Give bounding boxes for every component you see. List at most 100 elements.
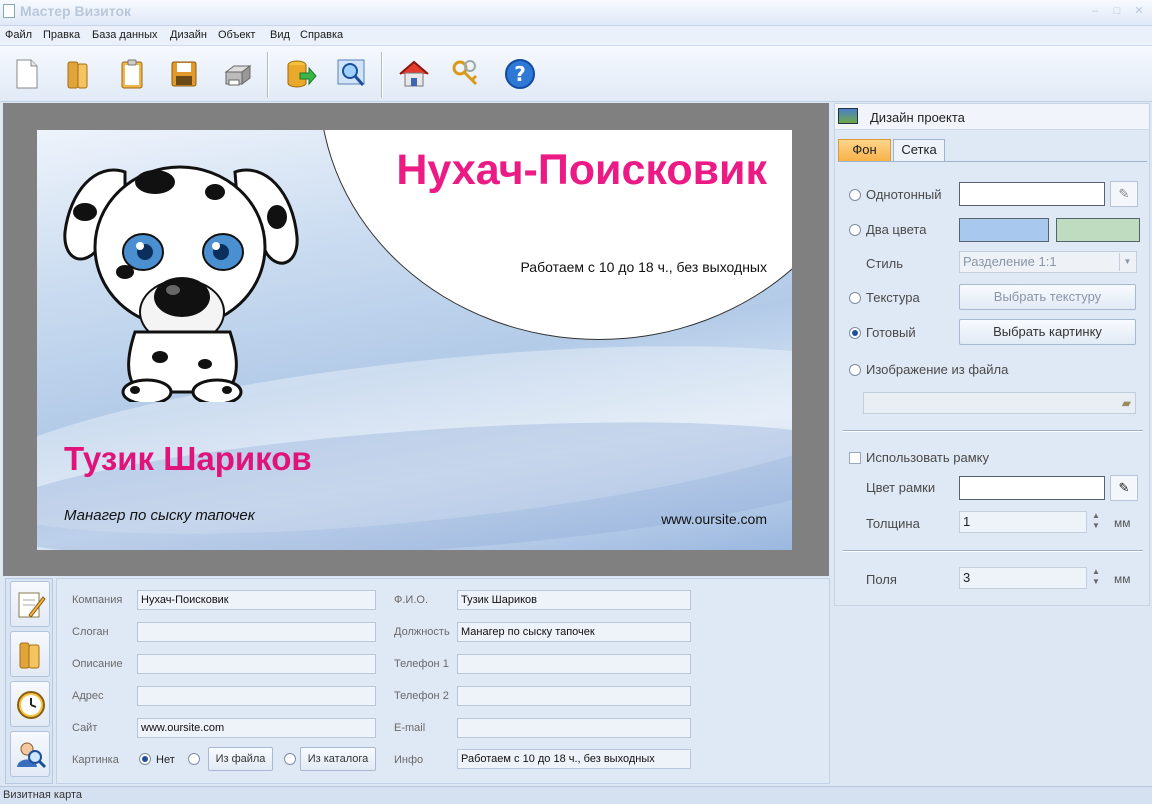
slogan-input[interactable] xyxy=(137,622,376,642)
solid-label: Однотонный xyxy=(866,187,942,202)
address-input[interactable] xyxy=(137,686,376,706)
info-input[interactable]: Работаем с 10 до 18 ч., без выходных xyxy=(457,749,691,769)
two-colors-label: Два цвета xyxy=(866,222,927,237)
image-file-path-input[interactable]: ▰ xyxy=(863,392,1136,414)
side-toolbar xyxy=(5,578,53,784)
email-input[interactable] xyxy=(457,718,691,738)
open-folder-icon[interactable] xyxy=(60,56,96,92)
svg-text:?: ? xyxy=(514,62,526,86)
choose-texture-button[interactable]: Выбрать текстуру xyxy=(959,284,1136,310)
two-colors-swatch-a[interactable] xyxy=(959,218,1049,242)
choose-picture-button[interactable]: Выбрать картинку xyxy=(959,319,1136,345)
toolbar-separator xyxy=(267,52,269,98)
solid-color-swatch[interactable] xyxy=(959,182,1105,206)
tab-grid[interactable]: Сетка xyxy=(893,139,945,161)
card-site: www.oursite.com xyxy=(661,511,767,527)
menu-bar: Файл Правка База данных Дизайн Объект Ви… xyxy=(0,26,1152,46)
card-person-name: Тузик Шариков xyxy=(64,440,312,477)
design-panel-header: Дизайн проекта xyxy=(835,104,1149,130)
position-input[interactable]: Манагер по сыску тапочек xyxy=(457,622,691,642)
folder-book-icon xyxy=(19,642,40,669)
save-icon[interactable] xyxy=(166,56,202,92)
fio-label: Ф.И.О. xyxy=(394,594,428,606)
menu-help[interactable]: Справка xyxy=(300,29,343,41)
keys-icon[interactable] xyxy=(448,56,484,92)
toolbar: ? xyxy=(0,46,1152,102)
picture-none-label: Нет xyxy=(156,754,175,766)
close-icon[interactable]: ✕ xyxy=(1132,4,1146,18)
fio-input[interactable]: Тузик Шариков xyxy=(457,590,691,610)
edit-text-button[interactable] xyxy=(10,581,50,627)
history-button[interactable] xyxy=(10,681,50,727)
address-label: Адрес xyxy=(72,690,104,702)
style-label: Стиль xyxy=(866,256,903,271)
design-panel: Дизайн проекта Фон Сетка Однотонный ✎ Дв… xyxy=(834,103,1150,606)
business-card[interactable]: Нухач-Поисковик Работаем с 10 до 18 ч., … xyxy=(37,130,792,550)
dalmatian-dog-picture xyxy=(63,165,299,402)
menu-object[interactable]: Объект xyxy=(218,29,255,41)
margins-unit: мм xyxy=(1114,572,1131,586)
phone1-input[interactable] xyxy=(457,654,691,674)
image-file-radio[interactable] xyxy=(849,364,861,376)
background-tab-body: Однотонный ✎ Два цвета Стиль Разделение … xyxy=(838,161,1147,605)
maximize-icon[interactable]: □ xyxy=(1110,4,1124,18)
window-title: Мастер Визиток xyxy=(20,3,132,19)
ready-radio[interactable] xyxy=(849,327,861,339)
eyedropper-icon[interactable]: ✎ xyxy=(1110,475,1138,501)
card-data-form: Компания Нухач-Поисковик Слоган Описание… xyxy=(56,578,830,784)
menu-design[interactable]: Дизайн xyxy=(170,29,207,41)
notepad-pencil-icon xyxy=(18,592,46,618)
picture-none-radio[interactable] xyxy=(139,753,151,765)
clipboard-icon[interactable] xyxy=(114,56,150,92)
new-document-icon[interactable] xyxy=(8,56,44,92)
minimize-icon[interactable]: – xyxy=(1088,4,1102,18)
menu-edit[interactable]: Правка xyxy=(43,29,80,41)
use-frame-checkbox[interactable] xyxy=(849,452,861,464)
menu-file[interactable]: Файл xyxy=(5,29,32,41)
home-icon[interactable] xyxy=(396,56,432,92)
style-select[interactable]: Разделение 1:1 ▼ xyxy=(959,251,1137,273)
two-colors-radio[interactable] xyxy=(849,224,861,236)
folder-icon[interactable]: ▰ xyxy=(1122,396,1131,410)
menu-database[interactable]: База данных xyxy=(92,29,158,41)
margins-input[interactable]: 3 xyxy=(959,567,1087,589)
eyedropper-icon[interactable]: ✎ xyxy=(1110,181,1138,207)
picture-catalog-radio[interactable] xyxy=(284,753,296,765)
card-company: Нухач-Поисковик xyxy=(396,146,767,194)
position-label: Должность xyxy=(394,626,450,638)
use-frame-label: Использовать рамку xyxy=(866,450,990,465)
status-bar: Визитная карта xyxy=(0,786,1152,804)
description-input[interactable] xyxy=(137,654,376,674)
phone2-input[interactable] xyxy=(457,686,691,706)
tab-background[interactable]: Фон xyxy=(838,139,891,161)
texture-radio[interactable] xyxy=(849,292,861,304)
card-hours: Работаем с 10 до 18 ч., без выходных xyxy=(520,259,767,275)
thickness-input[interactable]: 1 xyxy=(959,511,1087,533)
picture-from-file-button[interactable]: Из файла xyxy=(208,747,273,771)
picture-from-catalog-button[interactable]: Из каталога xyxy=(300,747,376,771)
spin-arrows-icon[interactable]: ▲ ▼ xyxy=(1090,567,1102,589)
picture-file-radio[interactable] xyxy=(188,753,200,765)
menu-view[interactable]: Вид xyxy=(270,29,290,41)
company-input[interactable]: Нухач-Поисковик xyxy=(137,590,376,610)
frame-color-swatch[interactable] xyxy=(959,476,1105,500)
search-contact-button[interactable] xyxy=(10,731,50,777)
database-export-icon[interactable] xyxy=(282,56,318,92)
description-label: Описание xyxy=(72,658,123,670)
image-file-label: Изображение из файла xyxy=(866,362,1009,377)
slogan-label: Слоган xyxy=(72,626,109,638)
spin-arrows-icon[interactable]: ▲ ▼ xyxy=(1090,511,1102,533)
print-icon[interactable] xyxy=(220,56,256,92)
database-button[interactable] xyxy=(10,631,50,677)
card-preview-area: Нухач-Поисковик Работаем с 10 до 18 ч., … xyxy=(3,103,829,576)
help-icon[interactable]: ? xyxy=(502,56,538,92)
two-colors-swatch-b[interactable] xyxy=(1056,218,1140,242)
solid-radio[interactable] xyxy=(849,189,861,201)
style-select-value: Разделение 1:1 xyxy=(963,254,1057,269)
frame-color-label: Цвет рамки xyxy=(866,480,936,495)
zoom-preview-icon[interactable] xyxy=(334,56,370,92)
email-label: E-mail xyxy=(394,722,426,734)
user-search-icon xyxy=(17,742,47,769)
company-label: Компания xyxy=(72,594,123,606)
site-input[interactable]: www.oursite.com xyxy=(137,718,376,738)
